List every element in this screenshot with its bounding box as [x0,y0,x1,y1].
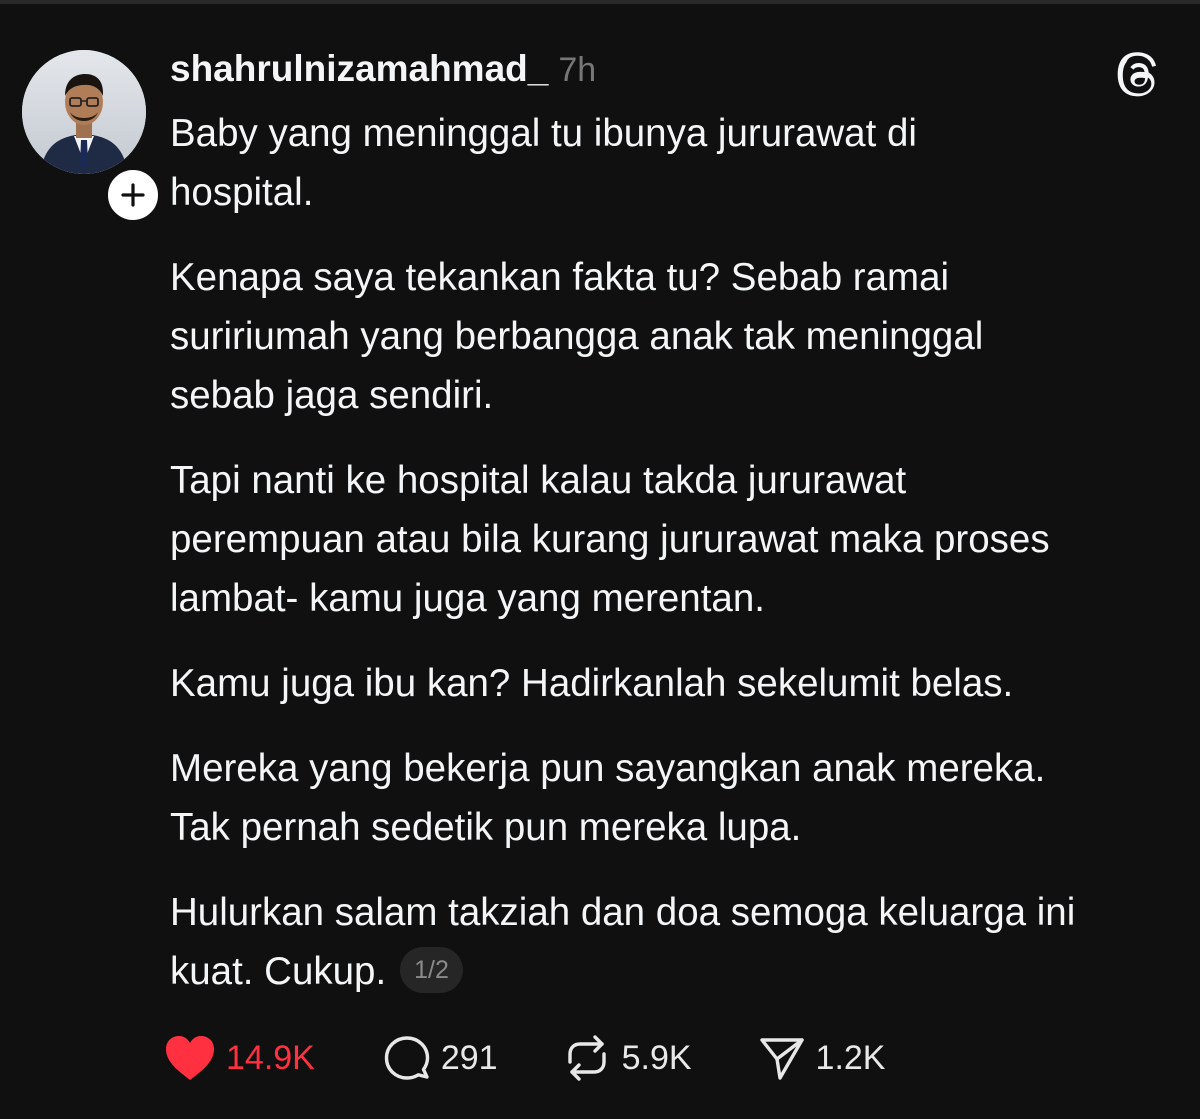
repost-count: 5.9K [621,1038,692,1077]
text-line: perempuan atau bila kurang jururawat mak… [170,518,1050,561]
text-line: hospital. [170,171,314,214]
send-icon [759,1038,804,1080]
text-line: suririumah yang berbangga anak tak menin… [170,315,984,358]
plus-icon [121,183,145,207]
post-paragraph-3: Tapi nanti ke hospital kalau takda jurur… [170,451,1180,628]
author-username[interactable]: shahrulnizamahmad_ [170,48,548,90]
post-paragraph-5: Mereka yang bekerja pun sayangkan anak m… [170,739,1180,857]
post-paragraph-6: Hulurkan salam takziah dan doa semoga ke… [170,883,1180,1001]
avatar[interactable] [22,50,146,174]
post-timestamp: 7h [558,51,597,89]
post-header: shahrulnizamahmad_ 7h [170,48,596,96]
text-line: Kamu juga ibu kan? Hadirkanlah sekelumit… [170,662,1014,705]
threads-logo-icon[interactable] [1116,52,1164,100]
author-avatar-container[interactable] [22,50,164,226]
reply-count: 291 [440,1038,498,1077]
text-line: Tapi nanti ke hospital kalau takda jurur… [170,459,907,502]
text-line-with-pill: kuat. Cukup. 1/2 [170,942,1180,1001]
text-line: Mereka yang bekerja pun sayangkan anak m… [170,747,1046,790]
share-count: 1.2K [815,1038,886,1077]
repost-icon [567,1035,606,1081]
action-bar: 14.9K 291 5.9K 1.2K [164,1030,886,1086]
text-line: Tak pernah sedetik pun mereka lupa. [170,806,802,849]
text-line: sebab jaga sendiri. [170,374,494,417]
post-paragraph-1: Baby yang meninggal tu ibunya jururawat … [170,104,1180,222]
text-line: kuat. Cukup. [170,950,387,993]
text-line: Kenapa saya tekankan fakta tu? Sebab ram… [170,256,950,299]
comment-icon [384,1036,430,1080]
text-line: Baby yang meninggal tu ibunya jururawat … [170,112,917,155]
repost-button[interactable]: 5.9K [562,1034,692,1082]
follow-button[interactable] [102,164,164,226]
like-count: 14.9K [226,1038,315,1077]
text-line: Hulurkan salam takziah dan doa semoga ke… [170,891,1076,934]
reply-button[interactable]: 291 [383,1034,498,1082]
post-body: Baby yang meninggal tu ibunya jururawat … [170,104,1180,1027]
page-indicator-badge[interactable]: 1/2 [400,946,463,993]
post-paragraph-2: Kenapa saya tekankan fakta tu? Sebab ram… [170,248,1180,425]
share-button[interactable]: 1.2K [758,1034,886,1082]
heart-icon [166,1036,214,1080]
text-line: lambat- kamu juga yang merentan. [170,577,765,620]
top-divider [0,0,1200,4]
post-paragraph-4: Kamu juga ibu kan? Hadirkanlah sekelumit… [170,654,1180,713]
like-button[interactable]: 14.9K [164,1034,315,1082]
